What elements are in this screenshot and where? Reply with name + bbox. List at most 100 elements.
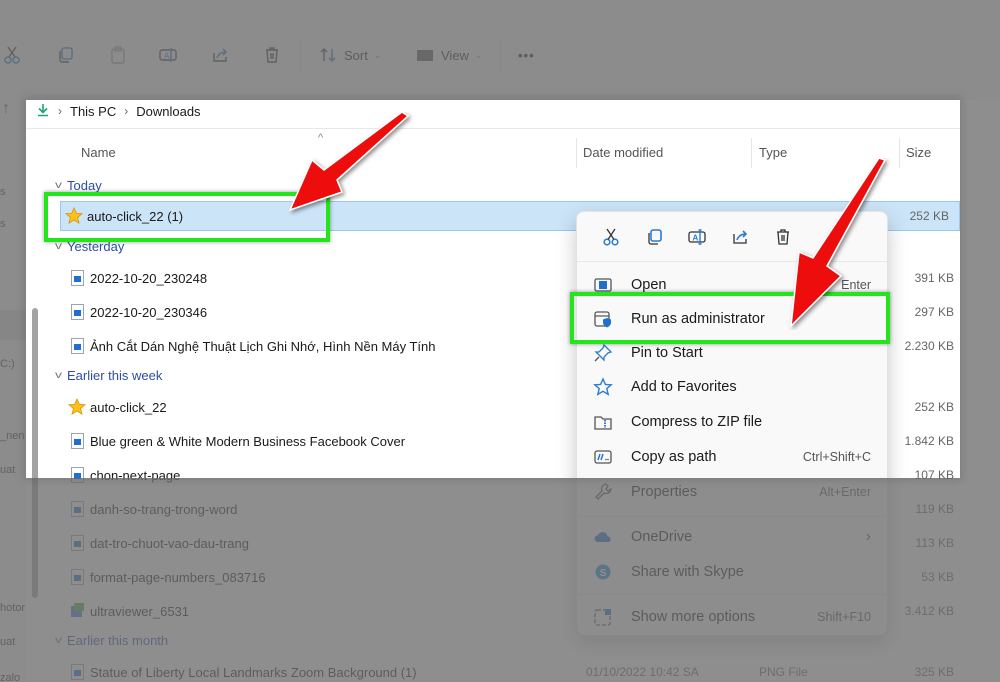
copy-button[interactable] [55, 40, 75, 70]
image-file-icon [68, 432, 86, 450]
ctx-cut-button[interactable] [589, 219, 632, 255]
file-type: PNG File [759, 665, 808, 679]
menu-item-compress-to-zip[interactable]: Compress to ZIP file [581, 405, 883, 438]
menu-item-shortcut: Shift+F10 [817, 609, 871, 624]
menu-item-onedrive[interactable]: OneDrive › [581, 520, 883, 553]
cut-button[interactable] [2, 40, 22, 70]
column-header-type[interactable]: Type [759, 145, 787, 160]
toolbar-divider [300, 38, 301, 72]
breadcrumb-item-downloads[interactable]: Downloads [136, 104, 200, 119]
menu-item-properties[interactable]: Properties Alt+Enter [581, 475, 883, 508]
menu-item-label: Run as administrator [631, 310, 765, 327]
menu-item-run-as-administrator[interactable]: Run as administrator [581, 302, 883, 335]
menu-item-shortcut: Enter [841, 277, 871, 292]
file-size: 297 KB [914, 305, 954, 319]
file-name: dat-tro-chuot-vao-dau-trang [90, 535, 249, 551]
file-name: ultraviewer_6531 [90, 603, 190, 619]
sort-icon [320, 48, 336, 63]
image-file-icon [68, 663, 86, 681]
menu-item-copy-as-path[interactable]: Copy as path Ctrl+Shift+C [581, 440, 883, 473]
nav-item[interactable]: hotor [0, 602, 25, 614]
column-header-date-modified[interactable]: Date modified [583, 145, 663, 160]
svg-text:A: A [164, 52, 170, 61]
nav-item[interactable]: s [0, 186, 6, 198]
file-name: 2022-10-20_230346 [90, 304, 208, 320]
file-size: 107 KB [914, 468, 954, 482]
paste-button[interactable] [108, 40, 128, 70]
group-label: Today [67, 178, 102, 193]
menu-item-add-to-favorites[interactable]: Add to Favorites [581, 370, 883, 403]
share-icon [732, 229, 747, 244]
file-name: Blue green & White Modern Business Faceb… [90, 433, 406, 449]
image-file-icon [68, 500, 86, 518]
star-app-icon [68, 398, 86, 416]
chevron-down-icon: v [55, 370, 62, 381]
copy-icon [647, 228, 662, 245]
image-file-icon [68, 568, 86, 586]
nav-item[interactable]: _nen [0, 430, 24, 442]
ctx-share-button[interactable] [718, 219, 761, 255]
download-icon[interactable] [36, 103, 50, 120]
share-button[interactable] [210, 40, 230, 70]
column-divider[interactable] [899, 138, 900, 168]
chevron-down-icon: v [55, 241, 62, 252]
chevron-right-icon[interactable]: › [58, 104, 62, 118]
delete-button[interactable] [262, 40, 282, 70]
chevron-right-icon: › [865, 527, 871, 545]
ctx-copy-button[interactable] [632, 219, 675, 255]
group-label: Yesterday [67, 239, 125, 254]
sort-label: Sort [344, 47, 368, 63]
file-size: 325 KB [914, 665, 954, 679]
file-row[interactable]: Statue of Liberty Local Landmarks Zoom B… [64, 658, 964, 682]
breadcrumb-item-this-pc[interactable]: This PC [70, 104, 116, 119]
file-size: 119 KB [915, 502, 954, 516]
menu-item-share-with-skype[interactable]: S Share with Skype [581, 555, 883, 588]
svg-text:A: A [692, 233, 698, 242]
menu-item-pin-to-start[interactable]: Pin to Start [581, 336, 883, 369]
navigation-pane: ↑ s s C:) _nen uat hotor uat zalo [0, 100, 26, 682]
cut-icon [602, 228, 619, 246]
nav-item[interactable]: C:) [0, 358, 15, 370]
nav-item[interactable]: zalo [0, 672, 20, 682]
cut-icon [4, 46, 20, 64]
view-label: View [441, 47, 469, 63]
ctx-rename-button[interactable]: A [675, 219, 718, 255]
file-name: danh-so-trang-trong-word [90, 501, 238, 517]
nav-item[interactable]: uat [0, 636, 15, 648]
sort-button[interactable]: Sort ⌄ [318, 40, 381, 70]
file-size: 391 KB [914, 271, 954, 285]
rename-button[interactable]: A [158, 40, 178, 70]
column-divider[interactable] [751, 138, 752, 168]
nav-selected-item[interactable] [0, 310, 26, 340]
menu-item-open[interactable]: Open Enter [581, 268, 883, 301]
nav-item[interactable]: s [0, 218, 6, 230]
header-divider [26, 128, 960, 129]
file-size: 1.842 KB [904, 434, 954, 448]
chevron-right-icon[interactable]: › [124, 104, 128, 118]
column-header-size[interactable]: Size [906, 145, 931, 160]
file-name: chon-next-page [90, 467, 181, 483]
group-header-yesterday[interactable]: v Yesterday [55, 239, 125, 254]
more-icon: ••• [518, 47, 535, 63]
ctx-delete-button[interactable] [761, 219, 804, 255]
view-button[interactable]: View ⌄ [415, 40, 483, 70]
menu-item-show-more-options[interactable]: Show more options Shift+F10 [581, 600, 883, 633]
group-header-today[interactable]: v Today [55, 178, 102, 193]
file-size: 53 KB [921, 570, 954, 584]
column-header-name[interactable]: Name [81, 145, 116, 160]
up-arrow-icon[interactable]: ↑ [2, 100, 10, 118]
svg-text:S: S [600, 568, 607, 579]
delete-icon [776, 228, 789, 245]
open-icon [591, 275, 615, 295]
view-icon [417, 50, 433, 61]
group-header-earlier-this-month[interactable]: v Earlier this month [55, 633, 168, 648]
toolbar-divider [500, 38, 501, 72]
nav-item[interactable]: uat [0, 464, 15, 476]
scrollbar-thumb[interactable] [32, 308, 38, 598]
see-more-button[interactable]: ••• [518, 40, 535, 70]
context-menu: A Open Enter Run as administrator Pin to… [576, 211, 888, 636]
column-divider[interactable] [576, 138, 577, 168]
menu-item-label: Share with Skype [631, 563, 744, 580]
group-header-earlier-this-week[interactable]: v Earlier this week [55, 368, 162, 383]
command-bar: A Sort ⌄ View ⌄ ••• [0, 0, 1000, 100]
